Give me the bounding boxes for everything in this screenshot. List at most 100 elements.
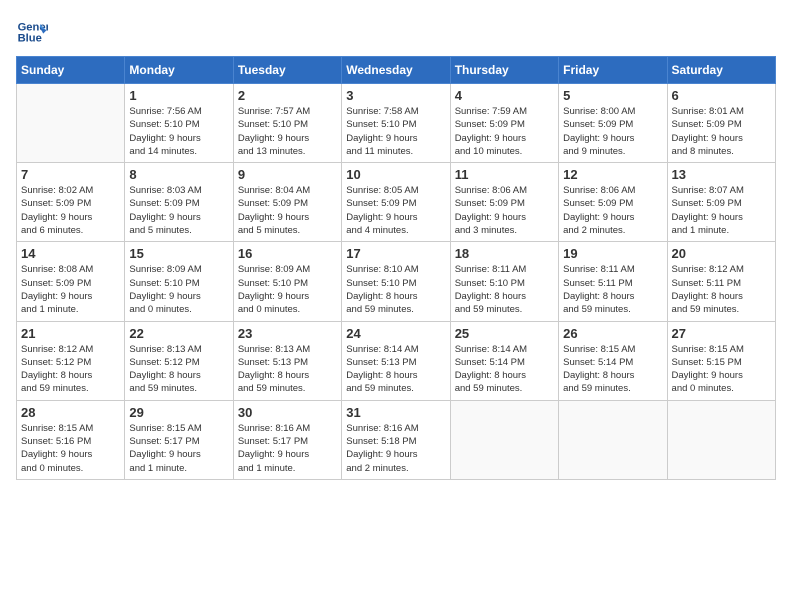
day-number: 5 xyxy=(563,88,662,103)
day-number: 30 xyxy=(238,405,337,420)
calendar-cell: 1 Sunrise: 7:56 AM Sunset: 5:10 PM Daylig… xyxy=(125,84,233,163)
day-info: Sunrise: 8:14 AM Sunset: 5:13 PM Dayligh… xyxy=(346,343,445,396)
day-number: 28 xyxy=(21,405,120,420)
day-number: 26 xyxy=(563,326,662,341)
day-info: Sunrise: 8:15 AM Sunset: 5:17 PM Dayligh… xyxy=(129,422,228,475)
calendar-table: SundayMondayTuesdayWednesdayThursdayFrid… xyxy=(16,56,776,480)
day-number: 12 xyxy=(563,167,662,182)
logo: General Blue xyxy=(16,16,52,48)
calendar-cell: 7Sunrise: 8:02 AM Sunset: 5:09 PM Daylig… xyxy=(17,163,125,242)
day-number: 6 xyxy=(672,88,771,103)
day-header-sunday: Sunday xyxy=(17,57,125,84)
day-number: 18 xyxy=(455,246,554,261)
day-info: Sunrise: 8:07 AM Sunset: 5:09 PM Dayligh… xyxy=(672,184,771,237)
calendar-week-row: 1 Sunrise: 7:56 AM Sunset: 5:10 PM Daylig… xyxy=(17,84,776,163)
page-header: General Blue xyxy=(16,16,776,48)
calendar-cell: 9 Sunrise: 8:04 AM Sunset: 5:09 PM Daylig… xyxy=(233,163,341,242)
day-info: Sunrise: 8:04 AM Sunset: 5:09 PM Dayligh… xyxy=(238,184,337,237)
calendar-cell xyxy=(667,400,775,479)
day-info: Sunrise: 8:15 AM Sunset: 5:16 PM Dayligh… xyxy=(21,422,120,475)
calendar-cell: 30 Sunrise: 8:16 AM Sunset: 5:17 PM Dayli… xyxy=(233,400,341,479)
day-info: Sunrise: 8:15 AM Sunset: 5:14 PM Dayligh… xyxy=(563,343,662,396)
day-info: Sunrise: 8:13 AM Sunset: 5:13 PM Dayligh… xyxy=(238,343,337,396)
day-info: Sunrise: 7:56 AM Sunset: 5:10 PM Dayligh… xyxy=(129,105,228,158)
day-info: Sunrise: 8:11 AM Sunset: 5:11 PM Dayligh… xyxy=(563,263,662,316)
day-number: 20 xyxy=(672,246,771,261)
calendar-cell: 2Sunrise: 7:57 AM Sunset: 5:10 PM Daylig… xyxy=(233,84,341,163)
day-number: 19 xyxy=(563,246,662,261)
day-header-thursday: Thursday xyxy=(450,57,558,84)
day-number: 27 xyxy=(672,326,771,341)
day-info: Sunrise: 8:03 AM Sunset: 5:09 PM Dayligh… xyxy=(129,184,228,237)
calendar-week-row: 28 Sunrise: 8:15 AM Sunset: 5:16 PM Dayli… xyxy=(17,400,776,479)
day-info: Sunrise: 8:12 AM Sunset: 5:12 PM Dayligh… xyxy=(21,343,120,396)
calendar-cell: 5 Sunrise: 8:00 AM Sunset: 5:09 PM Daylig… xyxy=(559,84,667,163)
day-header-friday: Friday xyxy=(559,57,667,84)
day-number: 1 xyxy=(129,88,228,103)
day-number: 9 xyxy=(238,167,337,182)
day-number: 11 xyxy=(455,167,554,182)
day-info: Sunrise: 8:09 AM Sunset: 5:10 PM Dayligh… xyxy=(238,263,337,316)
day-info: Sunrise: 8:08 AM Sunset: 5:09 PM Dayligh… xyxy=(21,263,120,316)
calendar-cell: 29Sunrise: 8:15 AM Sunset: 5:17 PM Dayli… xyxy=(125,400,233,479)
calendar-cell: 3 Sunrise: 7:58 AM Sunset: 5:10 PM Daylig… xyxy=(342,84,450,163)
day-number: 3 xyxy=(346,88,445,103)
day-number: 14 xyxy=(21,246,120,261)
day-info: Sunrise: 8:09 AM Sunset: 5:10 PM Dayligh… xyxy=(129,263,228,316)
day-number: 4 xyxy=(455,88,554,103)
day-info: Sunrise: 8:11 AM Sunset: 5:10 PM Dayligh… xyxy=(455,263,554,316)
day-info: Sunrise: 8:13 AM Sunset: 5:12 PM Dayligh… xyxy=(129,343,228,396)
day-number: 13 xyxy=(672,167,771,182)
day-number: 23 xyxy=(238,326,337,341)
calendar-cell xyxy=(450,400,558,479)
calendar-week-row: 7Sunrise: 8:02 AM Sunset: 5:09 PM Daylig… xyxy=(17,163,776,242)
calendar-cell: 28 Sunrise: 8:15 AM Sunset: 5:16 PM Dayli… xyxy=(17,400,125,479)
day-info: Sunrise: 8:01 AM Sunset: 5:09 PM Dayligh… xyxy=(672,105,771,158)
calendar-header-row: SundayMondayTuesdayWednesdayThursdayFrid… xyxy=(17,57,776,84)
day-number: 7 xyxy=(21,167,120,182)
day-number: 10 xyxy=(346,167,445,182)
calendar-cell: 18 Sunrise: 8:11 AM Sunset: 5:10 PM Dayli… xyxy=(450,242,558,321)
day-number: 8 xyxy=(129,167,228,182)
day-number: 15 xyxy=(129,246,228,261)
day-number: 22 xyxy=(129,326,228,341)
calendar-cell: 14 Sunrise: 8:08 AM Sunset: 5:09 PM Dayli… xyxy=(17,242,125,321)
day-number: 17 xyxy=(346,246,445,261)
logo-icon: General Blue xyxy=(16,16,48,48)
day-info: Sunrise: 8:10 AM Sunset: 5:10 PM Dayligh… xyxy=(346,263,445,316)
calendar-cell: 4Sunrise: 7:59 AM Sunset: 5:09 PM Daylig… xyxy=(450,84,558,163)
calendar-cell: 23 Sunrise: 8:13 AM Sunset: 5:13 PM Dayli… xyxy=(233,321,341,400)
calendar-cell: 10 Sunrise: 8:05 AM Sunset: 5:09 PM Dayli… xyxy=(342,163,450,242)
day-header-tuesday: Tuesday xyxy=(233,57,341,84)
day-header-monday: Monday xyxy=(125,57,233,84)
calendar-cell: 17 Sunrise: 8:10 AM Sunset: 5:10 PM Dayli… xyxy=(342,242,450,321)
day-info: Sunrise: 8:05 AM Sunset: 5:09 PM Dayligh… xyxy=(346,184,445,237)
calendar-cell: 11Sunrise: 8:06 AM Sunset: 5:09 PM Dayli… xyxy=(450,163,558,242)
day-number: 25 xyxy=(455,326,554,341)
calendar-cell: 13 Sunrise: 8:07 AM Sunset: 5:09 PM Dayli… xyxy=(667,163,775,242)
calendar-cell: 31Sunrise: 8:16 AM Sunset: 5:18 PM Dayli… xyxy=(342,400,450,479)
calendar-cell: 15 Sunrise: 8:09 AM Sunset: 5:10 PM Dayli… xyxy=(125,242,233,321)
day-info: Sunrise: 8:12 AM Sunset: 5:11 PM Dayligh… xyxy=(672,263,771,316)
calendar-cell: 6 Sunrise: 8:01 AM Sunset: 5:09 PM Daylig… xyxy=(667,84,775,163)
day-info: Sunrise: 8:00 AM Sunset: 5:09 PM Dayligh… xyxy=(563,105,662,158)
calendar-cell xyxy=(17,84,125,163)
day-number: 24 xyxy=(346,326,445,341)
day-header-wednesday: Wednesday xyxy=(342,57,450,84)
day-info: Sunrise: 8:16 AM Sunset: 5:17 PM Dayligh… xyxy=(238,422,337,475)
calendar-cell: 22 Sunrise: 8:13 AM Sunset: 5:12 PM Dayli… xyxy=(125,321,233,400)
day-info: Sunrise: 8:16 AM Sunset: 5:18 PM Dayligh… xyxy=(346,422,445,475)
calendar-week-row: 21Sunrise: 8:12 AM Sunset: 5:12 PM Dayli… xyxy=(17,321,776,400)
day-info: Sunrise: 8:15 AM Sunset: 5:15 PM Dayligh… xyxy=(672,343,771,396)
calendar-cell: 25 Sunrise: 8:14 AM Sunset: 5:14 PM Dayli… xyxy=(450,321,558,400)
day-number: 16 xyxy=(238,246,337,261)
day-number: 2 xyxy=(238,88,337,103)
calendar-cell xyxy=(559,400,667,479)
calendar-cell: 24 Sunrise: 8:14 AM Sunset: 5:13 PM Dayli… xyxy=(342,321,450,400)
calendar-cell: 21Sunrise: 8:12 AM Sunset: 5:12 PM Dayli… xyxy=(17,321,125,400)
day-info: Sunrise: 8:14 AM Sunset: 5:14 PM Dayligh… xyxy=(455,343,554,396)
svg-text:Blue: Blue xyxy=(18,33,42,45)
day-info: Sunrise: 7:58 AM Sunset: 5:10 PM Dayligh… xyxy=(346,105,445,158)
calendar-cell: 19 Sunrise: 8:11 AM Sunset: 5:11 PM Dayli… xyxy=(559,242,667,321)
day-header-saturday: Saturday xyxy=(667,57,775,84)
